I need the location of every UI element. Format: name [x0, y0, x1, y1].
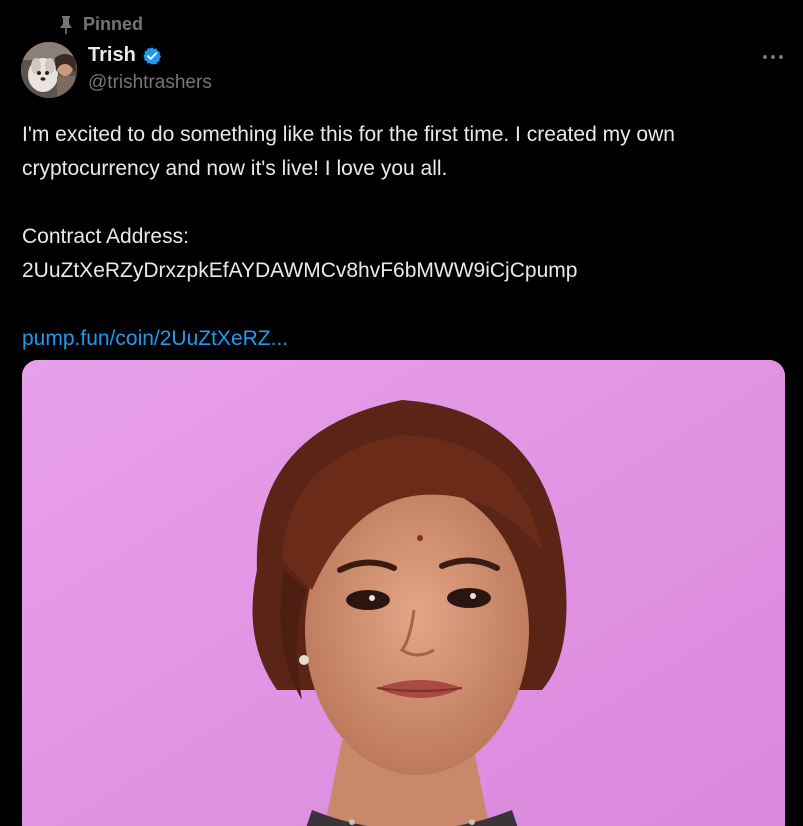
pinned-tweet[interactable]: Pinned Trish @trishtrashers I'm excited … [0, 0, 803, 826]
pinned-label: Pinned [83, 14, 144, 34]
tweet-text-line-2: cryptocurrency and now it's live! I love… [22, 157, 448, 180]
contract-address-value: 2UuZtXeRZyDrxzpkEfAYDAWMCv8hvF6bMWW9iCjC… [22, 259, 578, 282]
pin-icon [60, 15, 72, 34]
author-display-name[interactable]: Trish [88, 44, 136, 67]
tweet-media-image[interactable] [22, 360, 785, 826]
portrait-photo [22, 360, 785, 826]
verified-badge-icon [143, 46, 161, 65]
pinned-indicator: Pinned [58, 14, 143, 35]
author-name-row[interactable]: Trish [88, 44, 162, 67]
tweet-text-line-1: I'm excited to do something like this fo… [22, 123, 675, 146]
author-handle[interactable]: @trishtrashers [88, 72, 212, 94]
tweet-text: I'm excited to do something like this fo… [22, 118, 792, 356]
avatar[interactable] [21, 42, 77, 98]
pump-fun-link[interactable]: pump.fun/coin/2UuZtXeRZ... [22, 322, 792, 356]
more-options-button[interactable] [758, 45, 788, 69]
more-horizontal-icon [763, 55, 783, 59]
avatar-image [21, 42, 77, 98]
contract-address-label: Contract Address: [22, 225, 189, 248]
